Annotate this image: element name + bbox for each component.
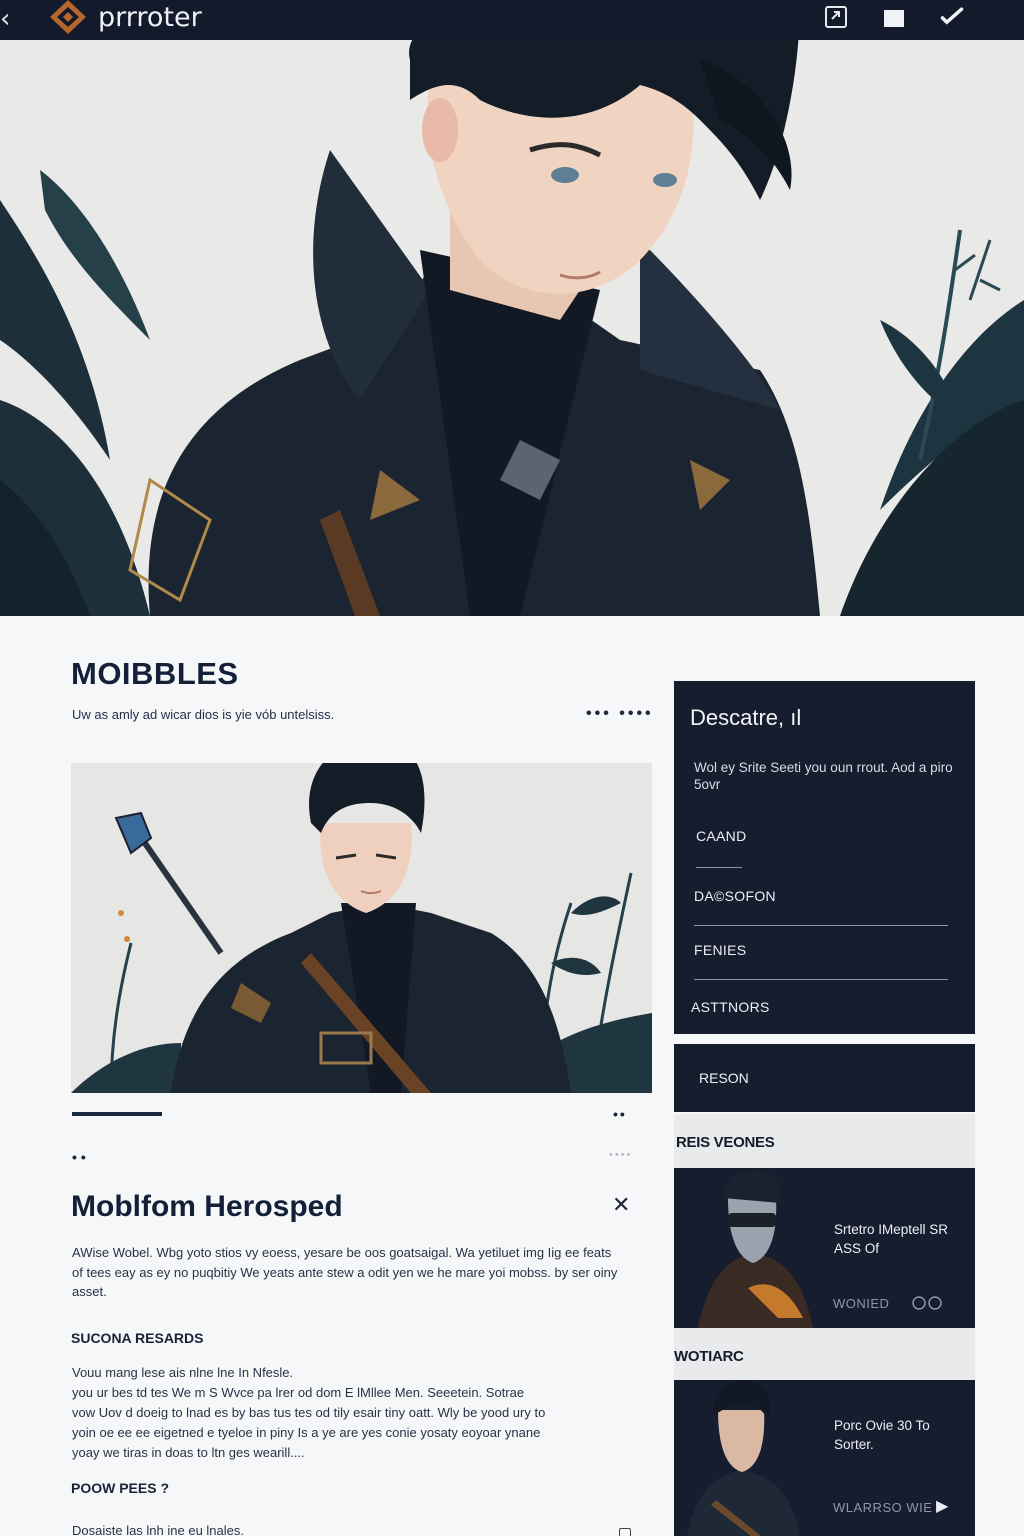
link-icon[interactable]: [910, 1295, 946, 1311]
article-heading-2: POOW PEES ?: [71, 1480, 170, 1496]
article-line: vow Uov d doeig to lnad es by bas tus te…: [72, 1405, 546, 1420]
card-thumbnail: [688, 1168, 818, 1328]
panel-menu-item[interactable]: CAAND: [696, 828, 747, 844]
description-panel: Descatre, ıl Wol ey Srite Seeti you oun …: [674, 681, 975, 1034]
panel-description: Wol ey Srite Seeti you oun rrout. Aod a …: [694, 760, 953, 792]
reson-label: RESON: [699, 1070, 749, 1086]
article-heading-1: SUCONA RESARDS: [71, 1330, 204, 1346]
panel-divider: [694, 925, 948, 926]
featured-character-illustration: [71, 763, 652, 1093]
featured-image[interactable]: [71, 763, 652, 1093]
share-icon[interactable]: [823, 4, 849, 30]
more-options-dots[interactable]: ••• ••••: [586, 705, 654, 723]
card-title: Srtetro IMeptell SR ASS Of: [834, 1222, 949, 1256]
article-line: Vouu mang lese ais nlne lne In Nfesle.: [72, 1365, 294, 1380]
article-title: Moblfom Herosped: [71, 1190, 343, 1223]
panel-divider: [696, 867, 742, 868]
media-card-1[interactable]: Srtetro IMeptell SR ASS Of WONIED: [674, 1168, 975, 1328]
carousel-dots-faint: ••••: [609, 1149, 633, 1161]
card-title: Porc Ovie 30 To Sorter.: [834, 1418, 930, 1452]
carousel-dots-left[interactable]: ••: [72, 1149, 90, 1165]
article-body-1: Vouu mang lese ais nlne lne In Nfesle. y…: [72, 1363, 620, 1463]
article-body-2: Dosaiste las lnh ine eu lnales.: [72, 1523, 244, 1536]
bookmark-icon[interactable]: [881, 4, 907, 30]
article-intro: AWise Wobel. Wbg yoto stios vy eoess, ye…: [72, 1245, 618, 1299]
checkbox-icon[interactable]: [619, 1528, 631, 1536]
card-meta: WONIED: [833, 1296, 890, 1311]
reson-button[interactable]: RESON: [674, 1044, 975, 1112]
article-line: yoin oe ee ee eigetned e tyeloe in piny …: [72, 1425, 541, 1440]
app-brand: prrroter: [98, 2, 202, 33]
card-meta: WLARRSO WIE: [833, 1500, 933, 1515]
play-icon[interactable]: ▶: [936, 1496, 948, 1515]
article-line: yoay we tiras in doas to ltn ges wearill…: [72, 1445, 305, 1460]
card-thumbnail: [676, 1380, 806, 1536]
edit-icon[interactable]: [939, 4, 965, 30]
article-line: you ur bes td tes We m S Wvce pa lrer od…: [72, 1385, 525, 1400]
panel-title: Descatre, ıl: [690, 705, 802, 730]
panel-divider: [694, 979, 948, 980]
hero-banner: [0, 40, 1024, 616]
carousel-progress-fill: [72, 1112, 162, 1116]
band-label: REIS VEONES: [676, 1134, 775, 1151]
section-band-1: REIS VEONES: [674, 1114, 975, 1168]
media-card-2[interactable]: Porc Ovie 30 To Sorter. WLARRSO WIE ▶: [674, 1380, 975, 1536]
panel-menu-item[interactable]: DA©SOFON: [694, 888, 776, 904]
hero-character-illustration: [0, 40, 1024, 616]
diamond-logo-icon[interactable]: [50, 0, 86, 34]
band-label: WOTIARC: [674, 1348, 744, 1365]
panel-menu-item[interactable]: FENIES: [694, 942, 746, 958]
section-band-2: WOTIARC: [674, 1328, 975, 1382]
chevron-left-icon[interactable]: ‹: [0, 4, 10, 34]
section-subtitle: Uw as amly ad wicar dios is yie vób unt…: [72, 707, 335, 722]
section-title: MOIBBLES: [71, 656, 239, 691]
panel-menu-item[interactable]: ASTTNORS: [691, 999, 770, 1015]
carousel-dots-right[interactable]: ••: [613, 1106, 627, 1122]
close-icon[interactable]: ✕: [612, 1193, 630, 1218]
top-bar: ‹ prrroter: [0, 0, 1024, 40]
